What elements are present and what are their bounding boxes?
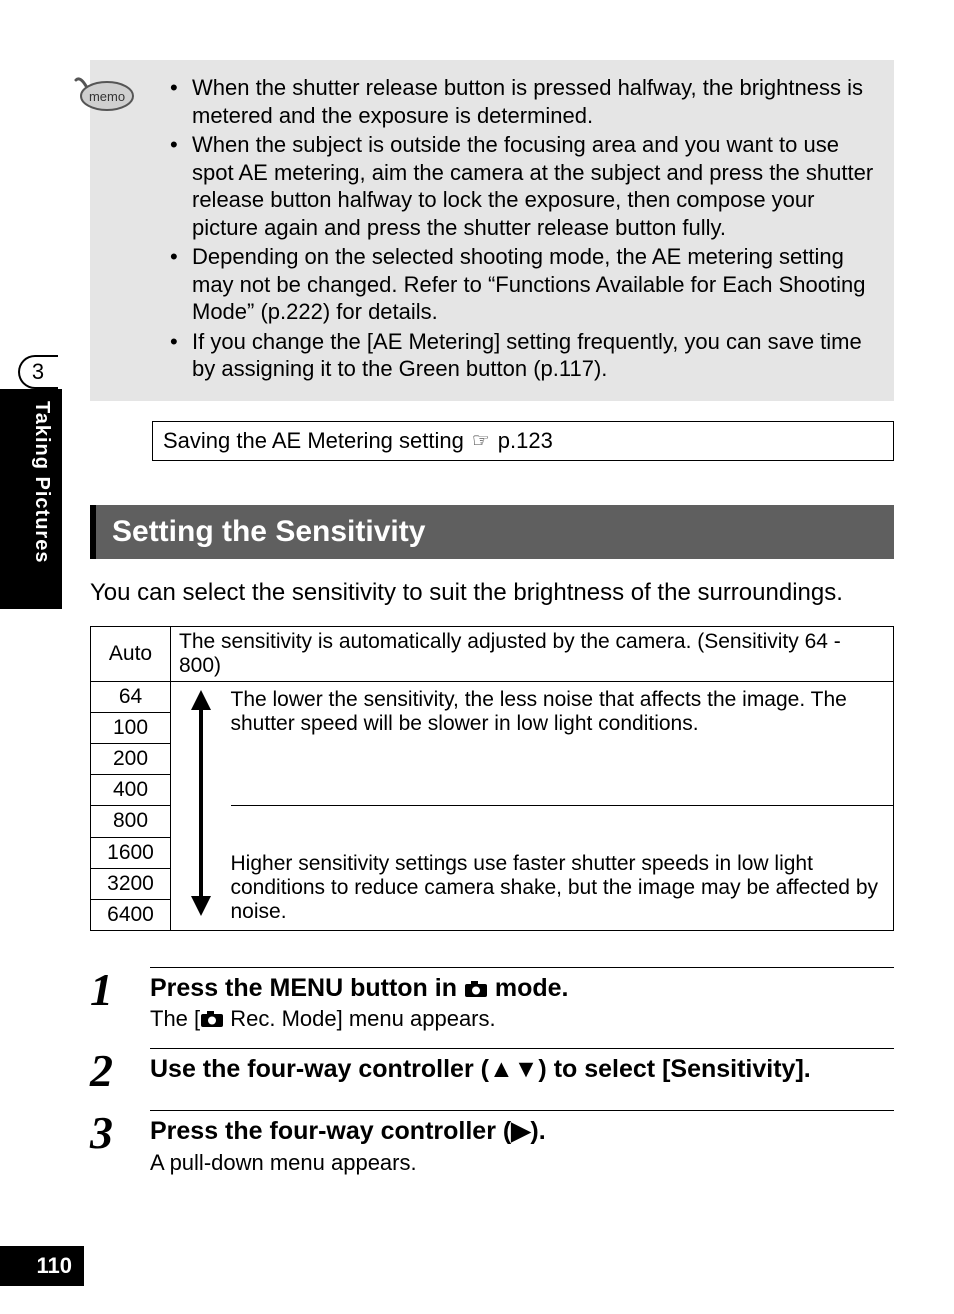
pointer-icon: ☞: [472, 428, 490, 453]
memo-bullet-list: When the shutter release button is press…: [170, 74, 876, 383]
camera-icon: [464, 974, 488, 992]
memo-bullet: Depending on the selected shooting mode,…: [170, 243, 876, 326]
step-body: Press the four-way controller (▶). A pul…: [150, 1110, 894, 1176]
memo-box: memo When the shutter release button is …: [90, 60, 894, 401]
text: mode.: [488, 974, 569, 1002]
step-desc: A pull-down menu appears.: [150, 1150, 894, 1176]
step-title: Use the four-way controller (▲▼) to sele…: [150, 1048, 894, 1086]
sens-label: 1600: [91, 837, 171, 868]
cross-reference-box: Saving the AE Metering setting ☞ p.123: [152, 421, 894, 461]
up-down-arrow-icon: [187, 688, 215, 918]
text: The [: [150, 1006, 200, 1031]
text: Rec. Mode] menu appears.: [224, 1006, 495, 1031]
step: 3 Press the four-way controller (▶). A p…: [90, 1104, 894, 1176]
table-row: 64 The lower the sensitivity, the less n…: [91, 681, 894, 712]
crossref-text: Saving the AE Metering setting: [163, 428, 464, 454]
table-row: Auto The sensitivity is automatically ad…: [91, 626, 894, 681]
step-desc: The [ Rec. Mode] menu appears.: [150, 1006, 894, 1032]
step-body: Press the MENU button in mode. The [ Rec…: [150, 967, 894, 1033]
page-number-box: 110: [0, 1246, 84, 1286]
step-title: Press the MENU button in mode.: [150, 967, 894, 1005]
memo-bullet: When the subject is outside the focusing…: [170, 131, 876, 241]
memo-icon: memo: [72, 66, 142, 116]
chapter-side-tab: 3 Taking Pictures: [0, 355, 62, 625]
step-number: 2: [90, 1048, 130, 1094]
chapter-title-strip: Taking Pictures: [0, 389, 62, 609]
sens-label: 6400: [91, 899, 171, 930]
section-intro: You can select the sensitivity to suit t…: [90, 577, 894, 608]
step: 1 Press the MENU button in mode. The [ R…: [90, 967, 894, 1033]
memo-label-text: memo: [89, 89, 125, 104]
arrow-cell: [171, 681, 231, 930]
sens-desc: The sensitivity is automatically adjuste…: [171, 626, 894, 681]
step-number: 1: [90, 967, 130, 1033]
sens-label: 100: [91, 712, 171, 743]
sens-high-desc: Higher sensitivity settings use faster s…: [231, 805, 894, 930]
chapter-number-box: 3: [18, 355, 58, 389]
camera-icon: [200, 1008, 224, 1026]
steps-list: 1 Press the MENU button in mode. The [ R…: [90, 967, 894, 1176]
memo-bullet: If you change the [AE Metering] setting …: [170, 328, 876, 383]
sensitivity-table: Auto The sensitivity is automatically ad…: [90, 626, 894, 931]
sens-label: 200: [91, 743, 171, 774]
step: 2 Use the four-way controller (▲▼) to se…: [90, 1042, 894, 1094]
text: button in: [343, 974, 464, 1002]
step-title: Press the four-way controller (▶).: [150, 1110, 894, 1148]
sens-label: 3200: [91, 868, 171, 899]
step-body: Use the four-way controller (▲▼) to sele…: [150, 1048, 894, 1094]
sens-low-desc: The lower the sensitivity, the less nois…: [231, 681, 894, 805]
sens-label: Auto: [91, 626, 171, 681]
text: Press the: [150, 974, 270, 1002]
memo-bullet: When the shutter release button is press…: [170, 74, 876, 129]
step-number: 3: [90, 1110, 130, 1176]
section-heading: Setting the Sensitivity: [90, 505, 894, 559]
page: 3 Taking Pictures memo When the shutter …: [0, 0, 954, 1314]
sens-label: 800: [91, 805, 171, 837]
sens-label: 64: [91, 681, 171, 712]
chapter-title: Taking Pictures: [30, 401, 53, 563]
crossref-page: p.123: [498, 428, 553, 454]
sens-label: 400: [91, 774, 171, 805]
menu-button-label: MENU: [270, 974, 344, 1002]
